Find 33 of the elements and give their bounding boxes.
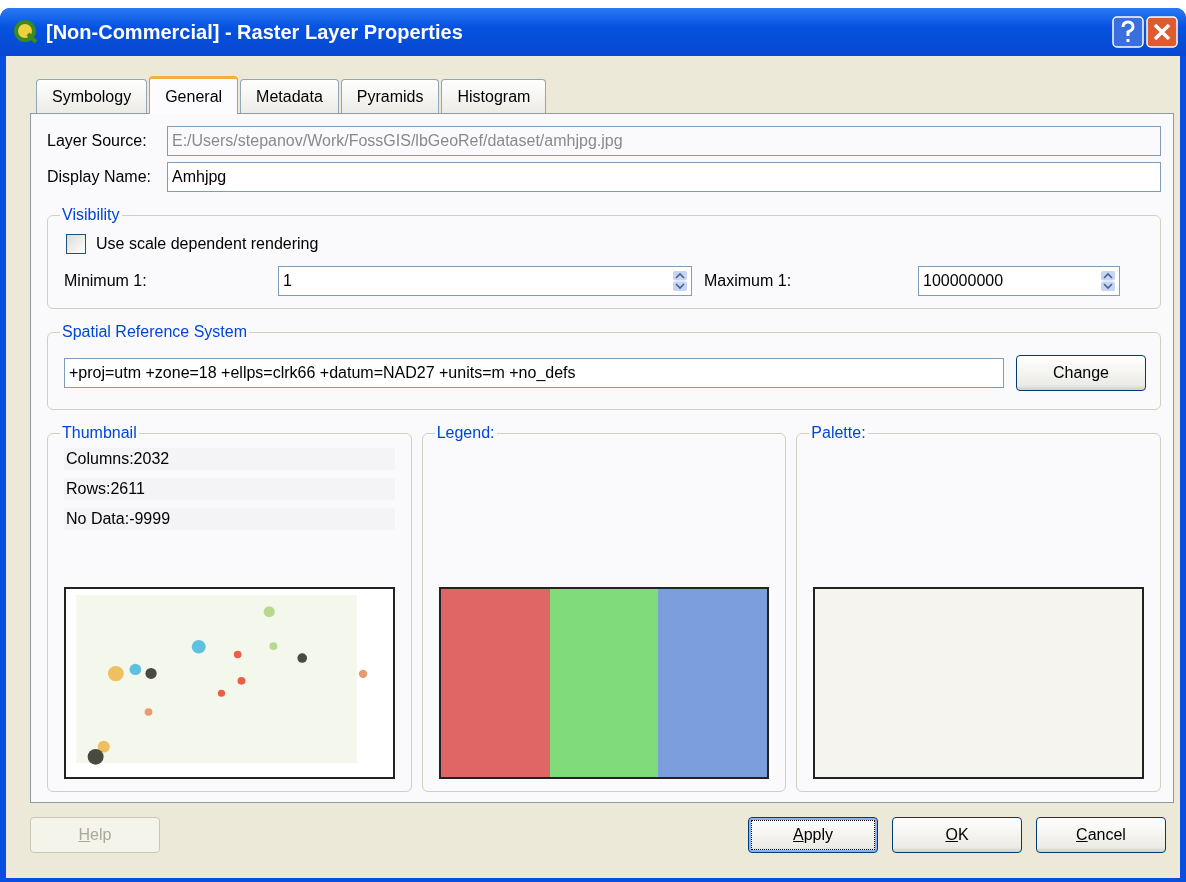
input-field[interactable]: Amhjpg xyxy=(167,162,1161,192)
group-title: Legend: xyxy=(435,424,496,442)
info-text: Columns:2032 xyxy=(64,448,395,470)
change-button[interactable]: Change xyxy=(1016,355,1146,391)
dialog-button[interactable]: Cancel xyxy=(1036,817,1166,853)
window-title: [Non-Commercial] - Raster Layer Properties xyxy=(46,20,464,44)
help-icon[interactable] xyxy=(1112,16,1144,48)
input-field[interactable]: +proj=utm +zone=18 +ellps=clrk66 +datum=NAD27 +units=m +no_defs xyxy=(64,358,1004,388)
field-label: Display Name: xyxy=(47,168,153,186)
group-title: Palette: xyxy=(810,424,867,442)
tab[interactable]: Pyramids xyxy=(340,79,440,113)
close-icon[interactable] xyxy=(1146,16,1178,48)
dialog-button[interactable]: Apply xyxy=(748,817,878,853)
tab[interactable]: Histogram xyxy=(441,79,547,113)
spin-arrows-icon[interactable] xyxy=(673,271,687,291)
field-label: Maximum 1: xyxy=(703,272,793,290)
tab[interactable]: Symbology xyxy=(36,79,148,113)
dialog-button[interactable]: OK xyxy=(892,817,1022,853)
spin-box[interactable]: 100000000 xyxy=(918,266,1120,296)
tab[interactable]: Metadata xyxy=(240,79,339,113)
tab[interactable]: General xyxy=(149,76,239,114)
group-title: Visibility xyxy=(61,206,121,224)
info-text: No Data:-9999 xyxy=(64,508,395,530)
spin-arrows-icon[interactable] xyxy=(1101,271,1115,291)
spin-box[interactable]: 1 xyxy=(278,266,692,296)
checkbox[interactable] xyxy=(66,234,86,254)
group-title: Thumbnail xyxy=(61,424,138,442)
field-label: Layer Source: xyxy=(47,132,148,150)
q-logo-icon xyxy=(14,20,38,44)
group-title: Spatial Reference System xyxy=(61,323,248,341)
field-label: Minimum 1: xyxy=(64,272,148,290)
info-text: Rows:2611 xyxy=(64,478,395,500)
checkbox-label: Use scale dependent rendering xyxy=(96,235,319,253)
